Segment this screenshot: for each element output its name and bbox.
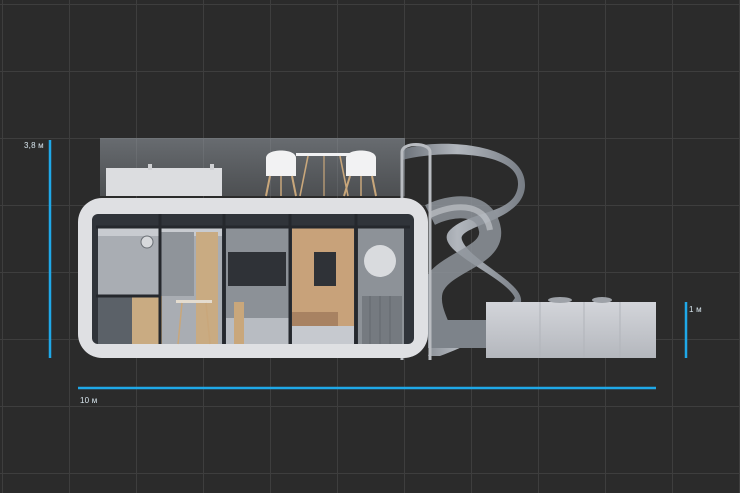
roof-planter-box <box>106 168 222 196</box>
round-mirror-icon <box>364 245 396 277</box>
length-label: 10 м <box>80 396 98 405</box>
height-label: 3,8 м <box>24 141 44 150</box>
interior-bathroom <box>358 228 404 344</box>
deck-height-label: 1 м <box>689 305 702 314</box>
interior-bedroom <box>292 228 354 344</box>
interior-living <box>226 228 290 344</box>
clock-icon <box>140 235 154 249</box>
terrace-deck <box>486 302 656 358</box>
house-elevation <box>48 138 688 390</box>
